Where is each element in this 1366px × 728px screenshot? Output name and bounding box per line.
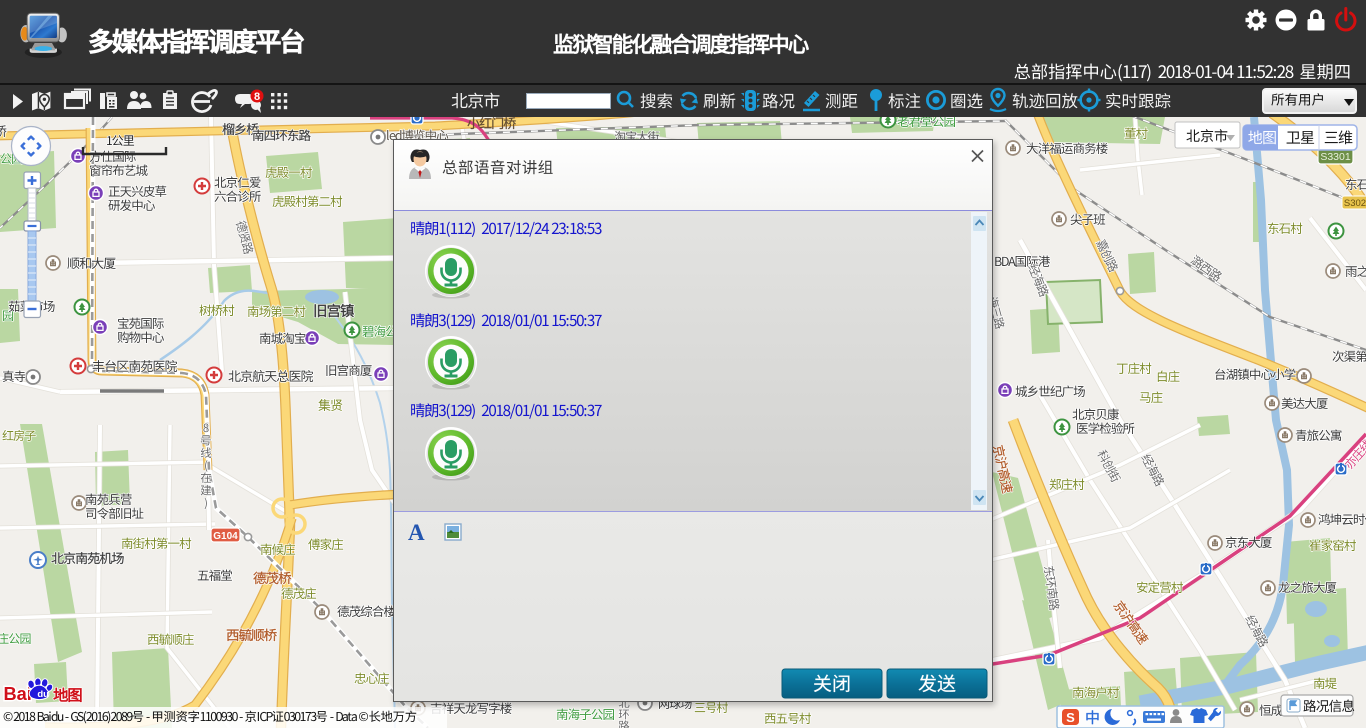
svg-text:du: du xyxy=(37,689,49,700)
svg-text:Bai: Bai xyxy=(3,683,31,704)
svg-text:S302: S302 xyxy=(1344,198,1366,209)
svg-text:S: S xyxy=(1066,710,1075,725)
svg-text:S3301: S3301 xyxy=(1320,151,1351,163)
svg-text:A: A xyxy=(408,520,425,545)
svg-text:G104: G104 xyxy=(213,531,238,542)
svg-text:8: 8 xyxy=(254,91,260,103)
